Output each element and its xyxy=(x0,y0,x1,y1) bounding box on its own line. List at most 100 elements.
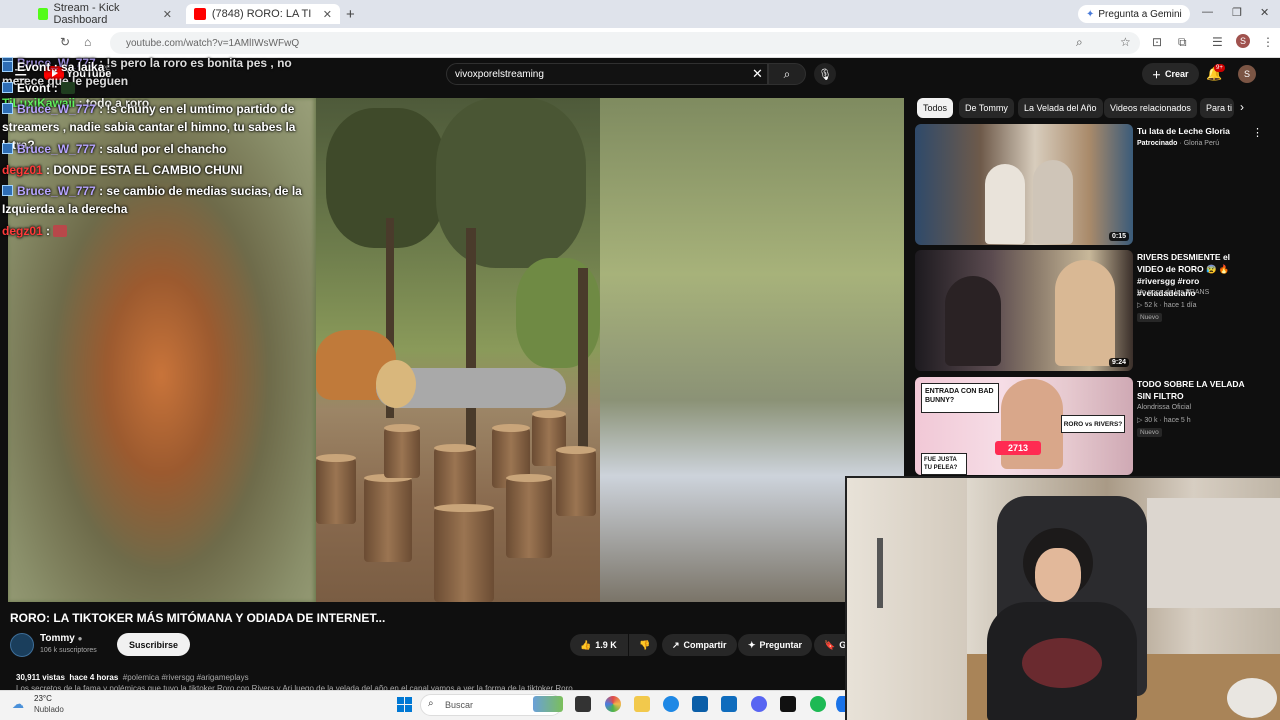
video-title: RORO: LA TIKTOKER MÁS MITÓMANA Y ODIADA … xyxy=(10,611,386,625)
recommendation-thumbnail[interactable]: 0:15 xyxy=(915,124,1133,245)
subscriber-badge-icon xyxy=(2,143,13,154)
browser-tab-bar: Stream - Kick Dashboard ✕ (7848) RORO: L… xyxy=(0,0,1280,28)
widgets-icon[interactable] xyxy=(533,696,563,712)
recommendation-channel: Alondrissa Oficial xyxy=(1137,404,1192,411)
tree-stump xyxy=(506,474,552,558)
tab-kick-dashboard[interactable]: Stream - Kick Dashboard ✕ xyxy=(30,2,180,26)
channel-name[interactable]: Tommy ● xyxy=(40,633,82,644)
tree-stump xyxy=(384,424,420,478)
verified-check-icon: ● xyxy=(77,634,83,643)
door xyxy=(847,478,967,720)
recommendation-title[interactable]: TODO SOBRE LA VELADA SIN FILTRO xyxy=(1137,378,1257,402)
cloud-weather-icon[interactable]: ☁ xyxy=(12,697,24,711)
tree-trunk xyxy=(578,268,588,468)
recommendation-thumbnail[interactable]: 9:24 xyxy=(915,250,1133,371)
maximize-window-icon[interactable]: ❐ xyxy=(1232,6,1242,19)
chip-para-ti[interactable]: Para ti xyxy=(1200,98,1234,118)
like-button[interactable]: 👍 1.9 K xyxy=(570,634,628,656)
task-view-icon[interactable] xyxy=(575,696,591,712)
door-handle xyxy=(877,538,883,608)
microphone-icon: 🎙 xyxy=(818,68,832,81)
tree-stump xyxy=(316,454,356,524)
recommendation-channel: Patrocinado · Gloria Perú xyxy=(1137,140,1220,147)
video-duration: 9:24 xyxy=(1108,358,1129,367)
chat-message: Bruce_W_777 : se cambio de medias sucias… xyxy=(2,184,302,216)
new-tab-button[interactable]: + xyxy=(346,6,355,23)
recommendation-stats: ▷ 52 k · hace 1 día xyxy=(1137,302,1197,309)
clear-search-icon[interactable]: ✕ xyxy=(752,66,763,82)
webcam-overlay xyxy=(845,476,1280,720)
chat-emote-icon xyxy=(61,82,76,94)
tab-youtube-video[interactable]: (7848) RORO: LA TIKTOKE... ✕ xyxy=(186,4,340,24)
more-options-icon[interactable]: ⋮ xyxy=(1252,126,1263,139)
dislike-button[interactable]: 👎 xyxy=(629,634,657,656)
weather-description[interactable]: Nublado xyxy=(34,705,64,714)
extensions-icon[interactable]: ⧉ xyxy=(1178,35,1187,50)
screenshot-icon[interactable]: ⊡ xyxy=(1152,35,1162,49)
plus-icon: ＋ xyxy=(1152,69,1162,80)
chat-message: Evont : sa laika xyxy=(2,58,318,76)
search-icon: ⌕ xyxy=(783,66,791,81)
home-icon[interactable]: ⌂ xyxy=(84,35,91,49)
discord-icon[interactable] xyxy=(751,696,767,712)
bookmark-star-icon[interactable]: ☆ xyxy=(1120,35,1131,49)
person-face xyxy=(1035,548,1081,602)
weather-temperature[interactable]: 23°C xyxy=(34,694,52,703)
store-icon[interactable] xyxy=(692,696,708,712)
notifications-badge: 9+ xyxy=(1214,64,1225,72)
create-button[interactable]: ＋ Crear xyxy=(1142,63,1199,85)
reload-icon[interactable]: ↻ xyxy=(60,35,70,49)
search-icon: ⌕ xyxy=(428,698,434,709)
new-badge: Nuevo xyxy=(1137,313,1162,322)
voice-search-button[interactable]: 🎙 xyxy=(814,63,836,85)
channel-subscriber-count: 106 k suscriptores xyxy=(40,647,97,654)
search-input[interactable]: vivoxporelstreaming xyxy=(446,63,768,85)
chip-videos-relacionados[interactable]: Videos relacionados xyxy=(1104,98,1197,118)
recommendation-channel: Un poco de las TRANS xyxy=(1137,289,1210,296)
zoom-icon[interactable]: ⌕ xyxy=(1076,35,1083,50)
save-button[interactable]: 🔖Gu xyxy=(814,634,852,656)
spotify-icon[interactable] xyxy=(810,696,826,712)
capcut-icon[interactable] xyxy=(780,696,796,712)
subscribe-button[interactable]: Suscribirse xyxy=(117,633,191,656)
file-explorer-icon[interactable] xyxy=(634,696,650,712)
ask-gemini-button[interactable]: ✦ Pregunta a Gemini xyxy=(1078,5,1190,23)
tree-stump xyxy=(364,474,412,562)
chat-message: Evont : xyxy=(2,79,318,97)
tree-stump xyxy=(556,446,596,516)
subscriber-badge-icon xyxy=(2,61,13,72)
chip-todos[interactable]: Todos xyxy=(917,98,954,118)
edge-icon[interactable] xyxy=(663,696,679,712)
chip-de-tommy[interactable]: De Tommy xyxy=(959,98,1014,118)
cushion xyxy=(1227,678,1277,718)
close-window-icon[interactable]: ✕ xyxy=(1260,6,1269,19)
youtube-tab-icon xyxy=(194,8,206,20)
recommendation-thumbnail[interactable]: ENTRADA CON BAD BUNNY? 2713 RORO vs RIVE… xyxy=(915,377,1133,475)
address-bar[interactable]: youtube.com/watch?v=1AMlIWsWFwQ xyxy=(110,32,1140,54)
youtube-account-avatar[interactable]: S xyxy=(1238,65,1256,83)
reading-list-icon[interactable]: ☰ xyxy=(1212,35,1223,49)
chip-velada[interactable]: La Velada del Año xyxy=(1018,98,1103,118)
outlook-icon[interactable] xyxy=(721,696,737,712)
search-button[interactable]: ⌕ xyxy=(768,63,806,85)
recommendation-title[interactable]: Tu lata de Leche Gloria xyxy=(1137,125,1257,137)
chevron-right-icon[interactable]: › xyxy=(1240,100,1244,114)
chat-emote-icon xyxy=(53,225,68,237)
tree-trunk xyxy=(466,228,476,448)
new-badge: Nuevo xyxy=(1137,428,1162,437)
copilot-icon[interactable] xyxy=(605,696,621,712)
share-arrow-icon: ↗ xyxy=(672,639,680,650)
chrome-taskbar-icon[interactable] xyxy=(836,696,845,712)
share-button[interactable]: ↗ Compartir xyxy=(662,634,737,656)
channel-avatar[interactable] xyxy=(10,633,34,657)
chrome-profile-avatar[interactable]: S xyxy=(1236,34,1250,48)
ask-button[interactable]: ✦ Preguntar xyxy=(738,634,813,656)
windows-start-icon[interactable] xyxy=(397,697,412,712)
chat-message: degz01 : xyxy=(2,222,318,240)
close-tab-icon[interactable]: ✕ xyxy=(163,8,172,21)
chrome-menu-icon[interactable]: ⋮ xyxy=(1262,35,1274,49)
chat-message: degz01 : DONDE ESTA EL CAMBIO CHUNI xyxy=(2,163,243,177)
close-tab-icon[interactable]: ✕ xyxy=(323,8,332,21)
minimize-window-icon[interactable]: — xyxy=(1202,6,1213,18)
gemini-sparkle-icon: ✦ xyxy=(1086,8,1095,20)
